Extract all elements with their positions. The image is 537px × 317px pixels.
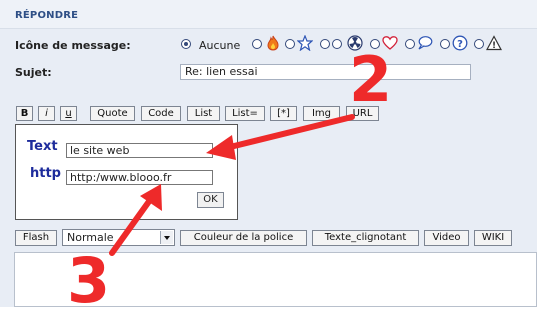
annotation-step-3: 3 <box>67 244 111 317</box>
annotation-step-2: 2 <box>349 43 393 116</box>
arrow-to-url-input <box>109 184 162 256</box>
arrow-to-text-input <box>206 114 355 160</box>
